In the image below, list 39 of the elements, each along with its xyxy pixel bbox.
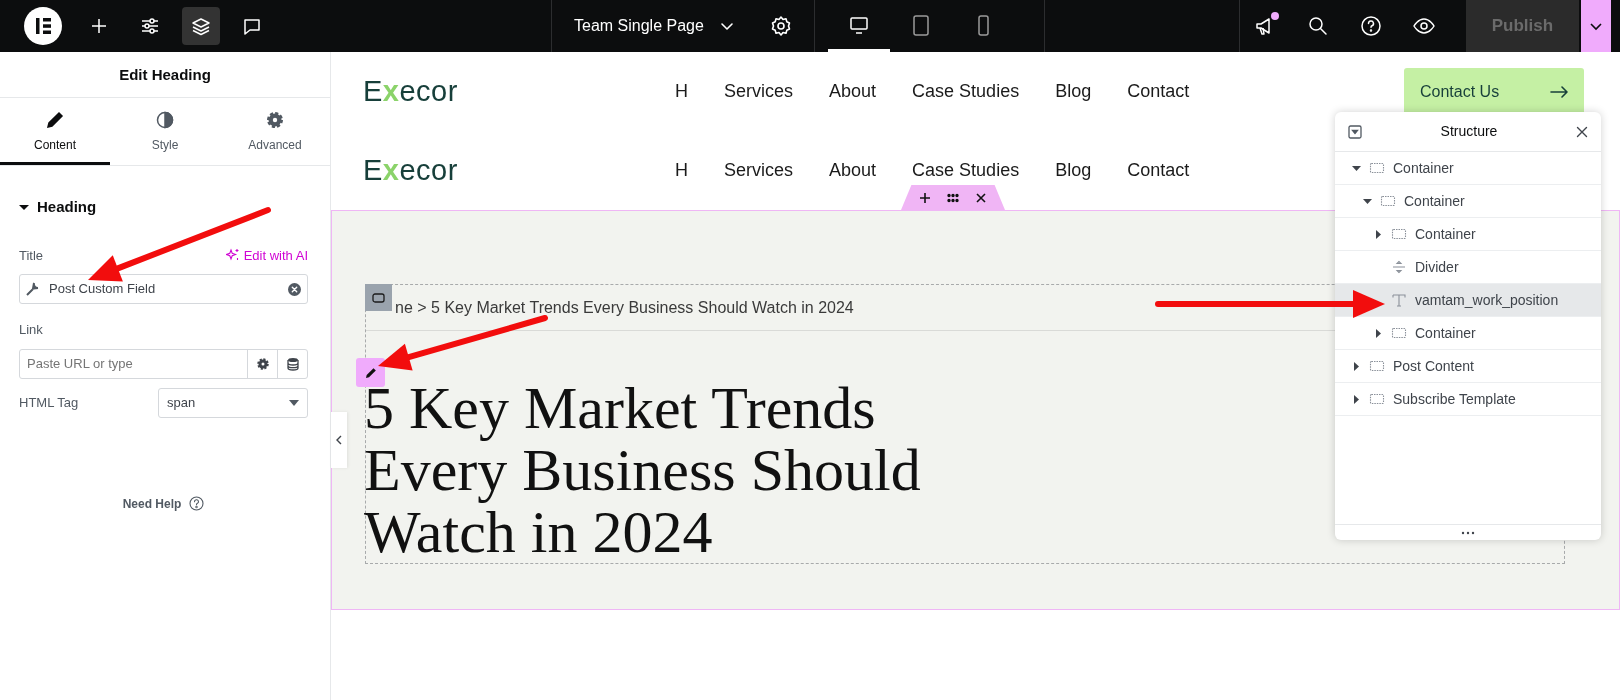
tree-item[interactable]: Post Content	[1335, 350, 1601, 383]
nav-link[interactable]: Services	[724, 78, 794, 105]
nav-link[interactable]: About	[829, 78, 877, 105]
breadcrumb: ne > 5 Key Market Trends Every Business Should Watch in 2024	[395, 297, 854, 318]
tree-item[interactable]: Subscribe Template	[1335, 383, 1601, 416]
tree-item[interactable]: Container	[1335, 218, 1601, 251]
tree-item[interactable]: Container	[1335, 317, 1601, 350]
field-label: Link	[19, 321, 44, 339]
nav-link[interactable]: Contact	[1127, 157, 1190, 184]
tree-item[interactable]: Container	[1335, 152, 1601, 185]
nav-link[interactable]: Services	[724, 157, 794, 184]
tree-item[interactable]: vamtam_work_position	[1335, 284, 1601, 317]
page-heading: 5 Key Market Trends Every Business Should Watch in 2024	[364, 377, 921, 563]
panel-tab[interactable]: Style	[110, 98, 220, 165]
field-label: HTML Tag	[19, 393, 80, 412]
nav-link[interactable]: H	[675, 78, 688, 105]
nav-link[interactable]: About	[829, 157, 877, 184]
nav-link[interactable]: H	[675, 157, 688, 184]
panel-tab[interactable]: Content	[0, 98, 110, 165]
document-title-dropdown[interactable]: Team Single Page	[568, 13, 740, 39]
section-toggle[interactable]: Heading	[19, 196, 97, 219]
field-label: Title	[19, 246, 44, 265]
nav-link[interactable]: Blog	[1055, 78, 1092, 105]
link-field[interactable]: Paste URL or type	[19, 348, 308, 379]
panel-tab[interactable]: Advanced	[220, 98, 330, 165]
site-logo[interactable]: Execor	[363, 69, 675, 114]
nav-link[interactable]: Contact	[1127, 78, 1190, 105]
html-tag-select[interactable]: span	[158, 387, 308, 418]
nav-link[interactable]: Case Studies	[912, 157, 1020, 184]
nav-link[interactable]: Case Studies	[912, 78, 1020, 105]
site-logo[interactable]: Execor	[363, 148, 675, 193]
tree-item[interactable]: Container	[1335, 185, 1601, 218]
nav-link[interactable]: Blog	[1055, 157, 1092, 184]
panel-title: Edit Heading	[0, 52, 330, 98]
dynamic-tag-field[interactable]: Post Custom Field	[19, 274, 308, 304]
structure-title: Structure	[1440, 122, 1498, 141]
edit-with-ai-link[interactable]: Edit with AI	[225, 245, 308, 265]
need-help-link[interactable]: Need Help	[122, 494, 182, 513]
url-input[interactable]: Paste URL or type	[20, 349, 247, 378]
